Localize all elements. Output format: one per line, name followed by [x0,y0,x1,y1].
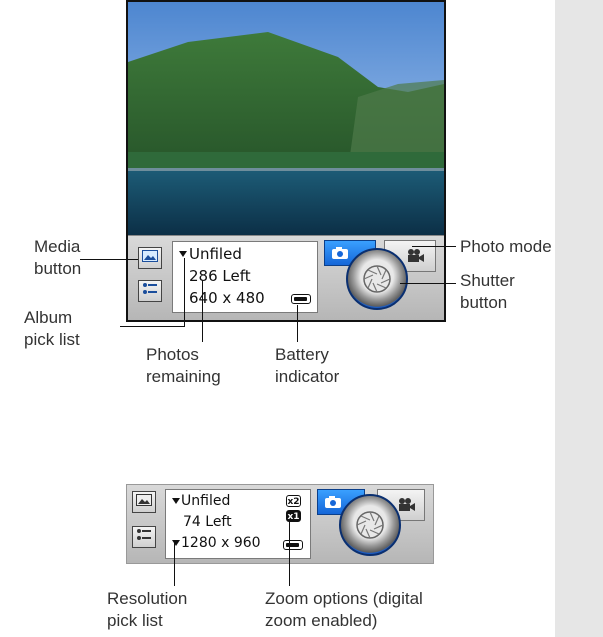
zoom-options-label: Zoom options (digital zoom enabled) [265,588,423,632]
album-pick-list[interactable]: Unfiled [189,244,242,264]
album-pick-list-2[interactable]: Unfiled [181,491,230,511]
resolution-pick-list-label-line2: pick list [107,611,163,630]
resolution-pick-list-leader [174,540,175,586]
video-camera-icon [399,498,415,511]
resolution-pick-list-label-line1: Resolution [107,589,188,608]
photos-remaining-label-line2: remaining [146,367,221,386]
info-panel: Unfiled 286 Left 640 x 480 [172,241,318,313]
list-icon [142,282,158,301]
album-pick-list-leader-h [120,326,184,327]
picture-icon [142,249,158,267]
camera-toolbar-zoom: Unfiled 74 Left 1280 x 960 x2 x1 [126,484,434,564]
album-pick-list-arrow[interactable] [179,251,187,257]
page-sidebar [555,0,603,637]
photo-mode-leader [412,246,456,247]
resolution-value: 640 x 480 [189,289,265,307]
photo-preview [128,2,444,238]
battery-indicator-label-line2: indicator [275,367,340,386]
camera-toolbar: Unfiled 286 Left 640 x 480 [128,235,444,320]
camera-icon [332,247,348,259]
shutter-button[interactable] [346,248,408,310]
shutter-button-label: Shutter button [460,270,515,314]
zoom-x2-option[interactable]: x2 [286,495,301,507]
album-pick-list-label: Album pick list [24,307,80,351]
media-button-leader [80,259,138,260]
album-pick-list-arrow-2[interactable] [172,498,180,504]
aperture-icon [363,265,391,293]
zoom-options-label-line2: zoom enabled) [265,611,378,630]
media-button-label-line2: button [34,259,82,278]
photos-remaining-label: Photos remaining [146,344,221,388]
battery-icon [283,540,303,550]
battery-indicator-label-line1: Battery [275,345,329,364]
photo-mode-label: Photo mode [460,237,552,256]
album-pick-list-label-line1: Album [24,308,73,327]
album-list-button[interactable] [138,280,162,302]
camera-screen: Unfiled 286 Left 640 x 480 [126,0,446,322]
media-button-2[interactable] [132,491,156,513]
media-button-label-line1: Media [34,237,81,256]
photos-remaining-leader [202,280,203,342]
media-button-label: Media button [34,236,81,280]
video-camera-icon [408,249,424,262]
shutter-button-leader [400,283,456,284]
list-icon [136,528,152,547]
album-pick-list-leader-v [184,258,185,327]
shutter-button-2[interactable] [339,494,401,556]
photos-remaining-label-line1: Photos [146,345,199,364]
resolution-pick-list-label: Resolution pick list [107,588,187,632]
zoom-options-leader [289,520,290,586]
picture-icon [136,493,152,511]
shutter-button-label-line2: button [460,293,508,312]
battery-indicator-leader [297,305,298,342]
camera-icon [325,496,341,508]
zoom-options-label-line1: Zoom options (digital [265,589,423,608]
resolution-pick-list[interactable]: 1280 x 960 [181,533,261,553]
photos-remaining-2: 74 Left [183,514,232,530]
battery-indicator-label: Battery indicator [275,344,339,388]
battery-icon [291,294,311,304]
aperture-icon [356,511,384,539]
album-list-button-2[interactable] [132,526,156,548]
shutter-button-label-line1: Shutter [460,271,515,290]
photos-remaining: 286 Left [189,267,251,285]
media-button[interactable] [138,247,162,269]
album-pick-list-label-line2: pick list [24,330,80,349]
